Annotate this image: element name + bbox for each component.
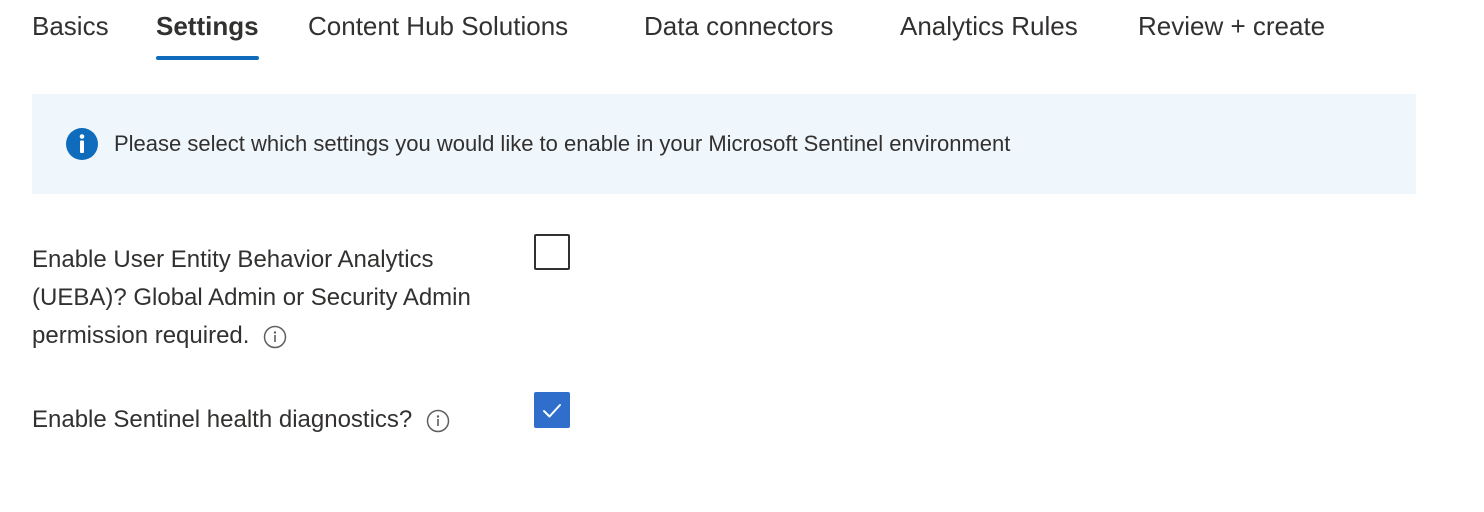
info-banner: Please select which settings you would l… [32,94,1416,194]
tab-content-hub-solutions-label: Content Hub Solutions [308,11,569,41]
tab-data-connectors[interactable]: Data connectors [644,6,833,60]
tab-basics-label: Basics [32,11,109,41]
active-tab-indicator [156,56,259,60]
info-banner-message: Please select which settings you would l… [114,131,1011,156]
health-diagnostics-label-text: Enable Sentinel health diagnostics? [32,406,413,433]
ueba-label-line-1: Enable User Entity Behavior Analytics [32,246,434,273]
tab-settings[interactable]: Settings [156,6,259,60]
tab-data-connectors-label: Data connectors [644,11,834,41]
tab-basics[interactable]: Basics [32,6,109,60]
info-outline-icon[interactable] [426,407,450,432]
tab-content-hub-solutions[interactable]: Content Hub Solutions [308,6,568,60]
tab-analytics-rules[interactable]: Analytics Rules [900,6,1078,60]
ueba-setting-label: Enable User Entity Behavior Analytics (U… [32,241,471,355]
tab-analytics-rules-label: Analytics Rules [900,11,1078,41]
health-diagnostics-checkbox[interactable] [534,392,570,428]
ueba-label-line-3: permission required. [32,317,471,355]
wizard-tab-bar: Basics Settings Content Hub Solutions Da… [0,0,1484,70]
health-diagnostics-label-line: Enable Sentinel health diagnostics? [32,401,450,439]
tab-settings-label: Settings [156,11,259,41]
tab-review-create-label: Review + create [1138,11,1326,41]
tab-review-create[interactable]: Review + create [1138,6,1325,60]
ueba-label-line-2: (UEBA)? Global Admin or Security Admin [32,284,471,311]
ueba-label-line-3-text: permission required. [32,322,250,349]
info-outline-icon[interactable] [263,323,287,348]
ueba-checkbox[interactable] [534,234,570,270]
info-filled-icon [65,127,99,161]
health-diagnostics-setting-label: Enable Sentinel health diagnostics? [32,401,450,439]
